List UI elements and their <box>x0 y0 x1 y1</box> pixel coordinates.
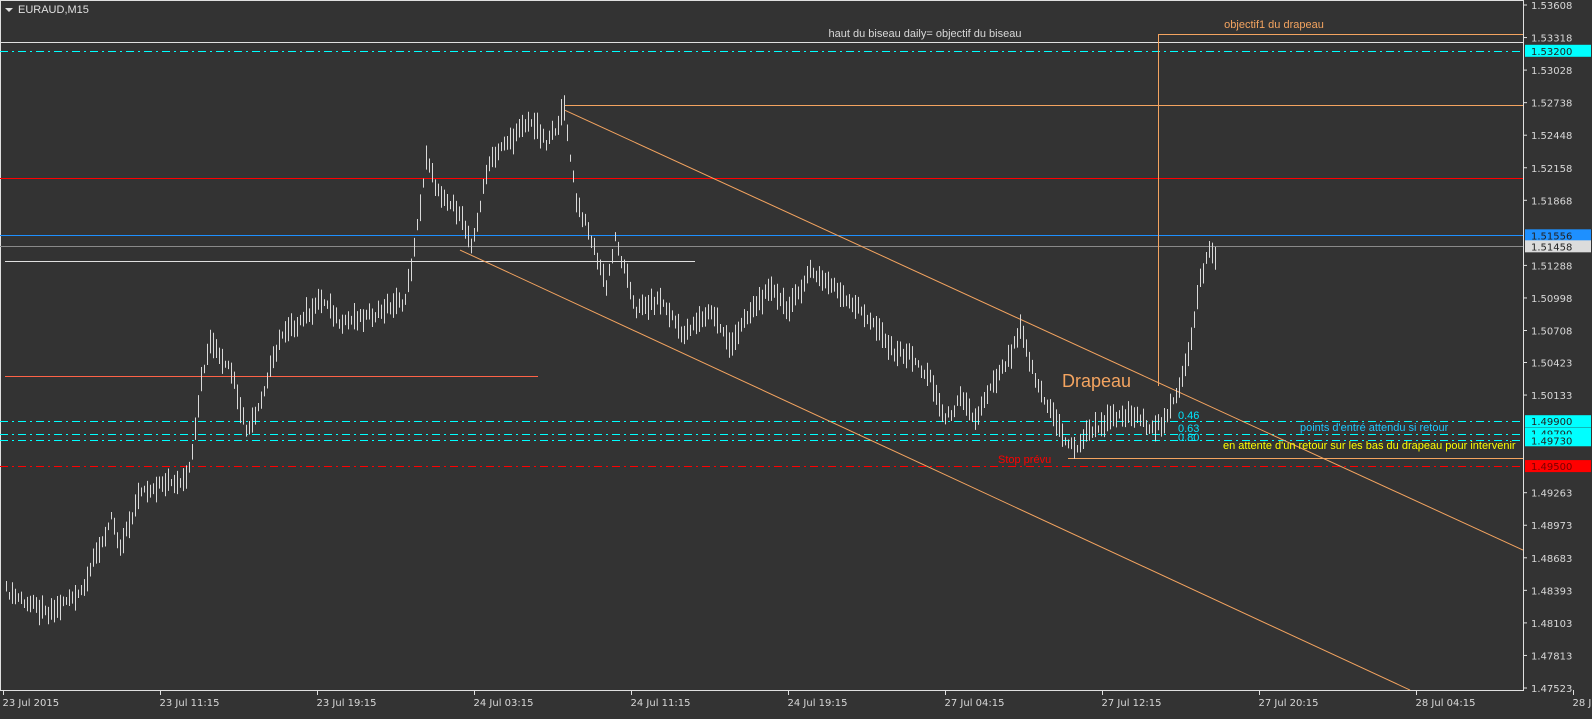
annotation-drapeau: Drapeau <box>1062 371 1131 391</box>
annotation-en-attente: en attente d'un retour sur les bas du dr… <box>1223 440 1516 452</box>
time-tick-label: 27 Jul 12:15 <box>1102 698 1162 709</box>
price-tick-label: 1.52448 <box>1531 131 1572 142</box>
price-tick-label: 1.50708 <box>1531 327 1572 338</box>
time-tick-label: 24 Jul 03:15 <box>474 698 534 709</box>
price-tag-bid: 1.51458 <box>1531 242 1572 253</box>
time-tick-label: 24 Jul 11:15 <box>631 698 691 709</box>
price-tick-label: 1.51288 <box>1531 261 1572 272</box>
fib-label-046: 0.46 <box>1178 410 1199 422</box>
time-tick-label: 27 Jul 04:15 <box>945 698 1005 709</box>
price-tag-fib-080: 1.49730 <box>1531 436 1572 447</box>
price-tick-label: 1.49263 <box>1531 489 1572 500</box>
time-tick-label: 23 Jul 19:15 <box>317 698 377 709</box>
price-tick-label: 1.48393 <box>1531 586 1572 597</box>
symbol-title: EURAUD,M15 <box>18 4 89 16</box>
price-tick-label: 1.53318 <box>1531 34 1572 45</box>
price-tick-label: 1.50998 <box>1531 294 1572 305</box>
price-tick-label: 1.50423 <box>1531 358 1572 369</box>
time-axis[interactable]: 23 Jul 2015 23 Jul 11:15 23 Jul 19:15 24 Ju… <box>0 690 1592 709</box>
price-tick-label: 1.50133 <box>1531 391 1572 402</box>
time-tick-label: 24 Jul 19:15 <box>788 698 848 709</box>
price-chart[interactable]: 1.53608 1.53318 1.53028 1.52738 1.52448 1.521… <box>0 0 1592 719</box>
price-tag-fib-046: 1.49900 <box>1531 417 1572 428</box>
time-tick-label: 23 Jul 11:15 <box>160 698 220 709</box>
price-tick-label: 1.52738 <box>1531 99 1572 110</box>
dropdown-triangle-icon[interactable] <box>5 8 13 12</box>
price-tick-label: 1.48103 <box>1531 619 1572 630</box>
annotation-haut-biseau: haut du biseau daily= objectif du biseau <box>829 28 1022 40</box>
channel-lower-line <box>459 249 1411 691</box>
fib-label-080: 0.80 <box>1178 432 1199 444</box>
time-tick-label: 23 Jul 2015 <box>3 698 60 709</box>
price-tick-label: 1.53028 <box>1531 66 1572 77</box>
time-tick-label: 28 Jul 04:15 <box>1416 698 1476 709</box>
price-tick-label: 1.47813 <box>1531 651 1572 662</box>
price-tick-label: 1.53608 <box>1531 1 1572 12</box>
level-lines <box>0 33 1523 467</box>
annotation-points-entree: points d'entré attendu si retour <box>1300 422 1449 434</box>
price-tick-label: 1.48973 <box>1531 521 1572 532</box>
chart-border <box>0 0 1524 691</box>
price-bars <box>6 95 1216 626</box>
price-tick-label: 1.52158 <box>1531 164 1572 175</box>
price-tick-label: 1.48683 <box>1531 554 1572 565</box>
chart-frame <box>0 0 1524 691</box>
channel-lines <box>459 109 1524 691</box>
price-tick-label: 1.51868 <box>1531 196 1572 207</box>
price-tick-label: 1.47523 <box>1531 684 1572 695</box>
channel-upper-line <box>564 109 1524 551</box>
time-tick-label: 27 Jul 20:15 <box>1259 698 1319 709</box>
price-tag-stop: 1.49500 <box>1531 462 1572 473</box>
annotation-objectif1: objectif1 du drapeau <box>1224 19 1324 31</box>
annotation-stop: Stop prévu <box>998 454 1051 466</box>
price-tag-level-153200: 1.53200 <box>1531 47 1572 58</box>
time-tick-label: 28 Jul 12:15 <box>1573 698 1592 709</box>
price-axis[interactable]: 1.53608 1.53318 1.53028 1.52738 1.52448 1.521… <box>1523 0 1591 695</box>
